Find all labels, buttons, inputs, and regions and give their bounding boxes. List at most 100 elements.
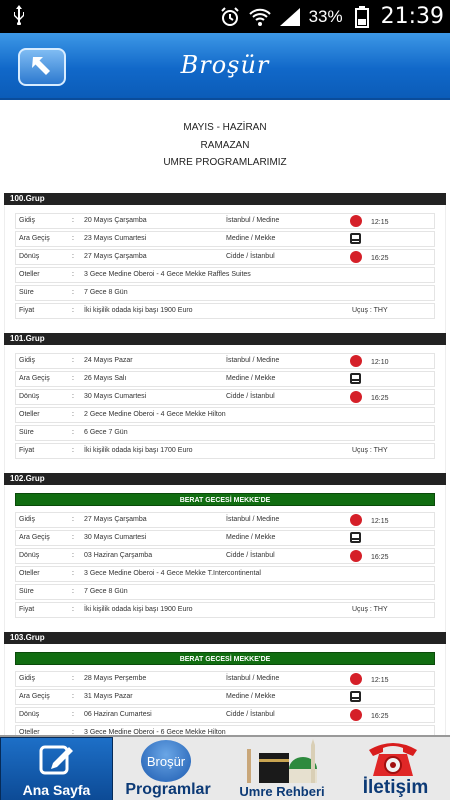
edit-icon <box>39 743 75 782</box>
row-label: Dönüş <box>19 393 40 400</box>
row-colon: : <box>72 675 74 682</box>
kaaba-mosque-icon <box>245 739 321 788</box>
schedule-row-return: Dönüş: 06 Haziran Cumartesi Cidde / İstanb… <box>15 707 435 723</box>
row-label: Gidiş <box>19 357 35 364</box>
nav-contact-button[interactable]: İletişim <box>341 737 450 800</box>
program-group: 103.Grup BERAT GECESİ MEKKE'DE Gidiş: 28 Ma… <box>0 632 450 735</box>
info-row-hotels: Oteller: 2 Gece Medine Oberoi - 4 Gece Me… <box>15 407 435 423</box>
row-route: İstanbul / Medine <box>226 675 280 682</box>
program-groups: 100.Grup Gidiş: 20 Mayıs Çarşamba İstanbul … <box>0 193 450 735</box>
intro-line-2: RAMAZAN <box>200 139 250 151</box>
row-date: 20 Mayıs Çarşamba <box>84 217 147 224</box>
row-label: Fiyat <box>19 307 35 314</box>
row-route: Medine / Mekke <box>226 693 276 700</box>
row-label: Ara Geçiş <box>19 693 50 700</box>
row-time: 12:15 <box>371 677 389 684</box>
row-label: Ara Geçiş <box>19 534 50 541</box>
row-label: Ara Geçiş <box>19 375 50 382</box>
intro-line-1: MAYIS - HAZİRAN <box>183 122 267 133</box>
row-label: Süre <box>19 289 34 296</box>
row-colon: : <box>72 429 74 436</box>
program-group: 101.Grup Gidiş: 24 Mayıs Pazar İstanbul / M… <box>0 333 450 473</box>
group-banner: BERAT GECESİ MEKKE'DE <box>15 493 435 506</box>
nav-programs-button[interactable]: Broşür Programlar <box>113 737 223 800</box>
schedule-row-transit: Ara Geçiş: 23 Mayıs Cumartesi Medine / Mek… <box>15 231 435 247</box>
schedule-row-departure: Gidiş: 27 Mayıs Çarşamba İstanbul / Medine… <box>15 512 435 528</box>
row-colon: : <box>72 289 74 296</box>
row-route: İstanbul / Medine <box>226 217 280 224</box>
row-route: İstanbul / Medine <box>226 516 280 523</box>
intro-line-3: UMRE PROGRAMLARIMIZ <box>163 157 287 168</box>
group-title: 100.Grup <box>4 193 446 205</box>
nav-umre-label: Umre Rehberi <box>239 784 325 799</box>
schedule-row-departure: Gidiş: 24 Mayıs Pazar İstanbul / Medine 12:… <box>15 353 435 369</box>
status-bar: 33% 21:39 <box>0 0 450 33</box>
row-label: Dönüş <box>19 711 40 718</box>
schedule-row-return: Dönüş: 03 Haziran Çarşamba Cidde / İstanbu… <box>15 548 435 564</box>
row-label: Dönüş <box>19 552 40 559</box>
row-value: İki kişilik odada kişi başı 1700 Euro <box>84 447 193 454</box>
usb-icon <box>12 5 26 30</box>
row-flight: Uçuş : THY <box>352 606 388 613</box>
row-value: 3 Gece Medine Oberoi - 6 Gece Mekke Hilt… <box>84 729 226 735</box>
schedule-row-transit: Ara Geçiş: 30 Mayıs Cumartesi Medine / Mek… <box>15 530 435 546</box>
info-row-duration: Süre: 7 Gece 8 Gün <box>15 285 435 301</box>
brochure-content[interactable]: MAYIS - HAZİRAN RAMAZAN UMRE PROGRAMLARI… <box>0 100 450 735</box>
info-row-duration: Süre: 6 Gece 7 Gün <box>15 425 435 441</box>
schedule-row-return: Dönüş: 30 Mayıs Cumartesi Cidde / İstanbul… <box>15 389 435 405</box>
row-label: Gidiş <box>19 516 35 523</box>
row-time: 16:25 <box>371 395 389 402</box>
row-time: 12:15 <box>371 518 389 525</box>
row-value: 3 Gece Medine Oberoi - 4 Gece Mekke T.In… <box>84 570 261 577</box>
airline-logo-icon <box>350 251 362 263</box>
group-title: 102.Grup <box>4 473 446 485</box>
row-time: 12:15 <box>371 219 389 226</box>
group-details: BERAT GECESİ MEKKE'DE Gidiş: 28 Mayıs Perş… <box>4 644 446 735</box>
row-colon: : <box>72 253 74 260</box>
row-label: Gidiş <box>19 675 35 682</box>
row-colon: : <box>72 357 74 364</box>
info-row-price: Fiyat: İki kişilik odada kişi başı 1900 E… <box>15 303 435 319</box>
row-colon: : <box>72 606 74 613</box>
row-route: Medine / Mekke <box>226 235 276 242</box>
row-date: 26 Mayıs Salı <box>84 375 127 382</box>
row-time: 16:25 <box>371 255 389 262</box>
row-colon: : <box>72 552 74 559</box>
nav-umre-guide-button[interactable]: Umre Rehberi <box>223 737 341 800</box>
info-row-price: Fiyat: İki kişilik odada kişi başı 1900 E… <box>15 602 435 618</box>
row-value: 7 Gece 8 Gün <box>84 289 128 296</box>
row-label: Fiyat <box>19 606 35 613</box>
brochure-badge-label: Broşür <box>146 753 186 769</box>
group-details: Gidiş: 24 Mayıs Pazar İstanbul / Medine 12:… <box>4 345 446 473</box>
airline-logo-icon <box>350 355 362 367</box>
row-date: 27 Mayıs Çarşamba <box>84 253 147 260</box>
row-value: 7 Gece 8 Gün <box>84 588 128 595</box>
row-colon: : <box>72 588 74 595</box>
row-value: İki kişilik odada kişi başı 1900 Euro <box>84 307 193 314</box>
row-colon: : <box>72 271 74 278</box>
bus-icon <box>350 532 362 544</box>
row-label: Süre <box>19 588 34 595</box>
row-route: Medine / Mekke <box>226 375 276 382</box>
schedule-row-return: Dönüş: 27 Mayıs Çarşamba Cidde / İstanbul 1… <box>15 249 435 265</box>
alarm-icon <box>219 6 241 28</box>
nav-home-label: Ana Sayfa <box>22 782 91 798</box>
row-date: 24 Mayıs Pazar <box>84 357 133 364</box>
intro-text: MAYIS - HAZİRAN RAMAZAN UMRE PROGRAMLARI… <box>0 119 450 193</box>
row-date: 06 Haziran Cumartesi <box>84 711 152 718</box>
nav-home-button[interactable]: Ana Sayfa <box>0 737 113 800</box>
row-route: Cidde / İstanbul <box>226 552 275 559</box>
row-colon: : <box>72 393 74 400</box>
row-route: İstanbul / Medine <box>226 357 280 364</box>
row-route: Cidde / İstanbul <box>226 253 275 260</box>
row-value: İki kişilik odada kişi başı 1900 Euro <box>84 606 193 613</box>
row-colon: : <box>72 411 74 418</box>
group-title: 103.Grup <box>4 632 446 644</box>
row-time: 16:25 <box>371 554 389 561</box>
row-colon: : <box>72 570 74 577</box>
info-row-hotels: Oteller: 3 Gece Medine Oberoi - 6 Gece Me… <box>15 725 435 735</box>
group-details: BERAT GECESİ MEKKE'DE Gidiş: 27 Mayıs Çarş… <box>4 485 446 632</box>
row-label: Süre <box>19 429 34 436</box>
row-flight: Uçuş : THY <box>352 447 388 454</box>
airline-logo-icon <box>350 215 362 227</box>
